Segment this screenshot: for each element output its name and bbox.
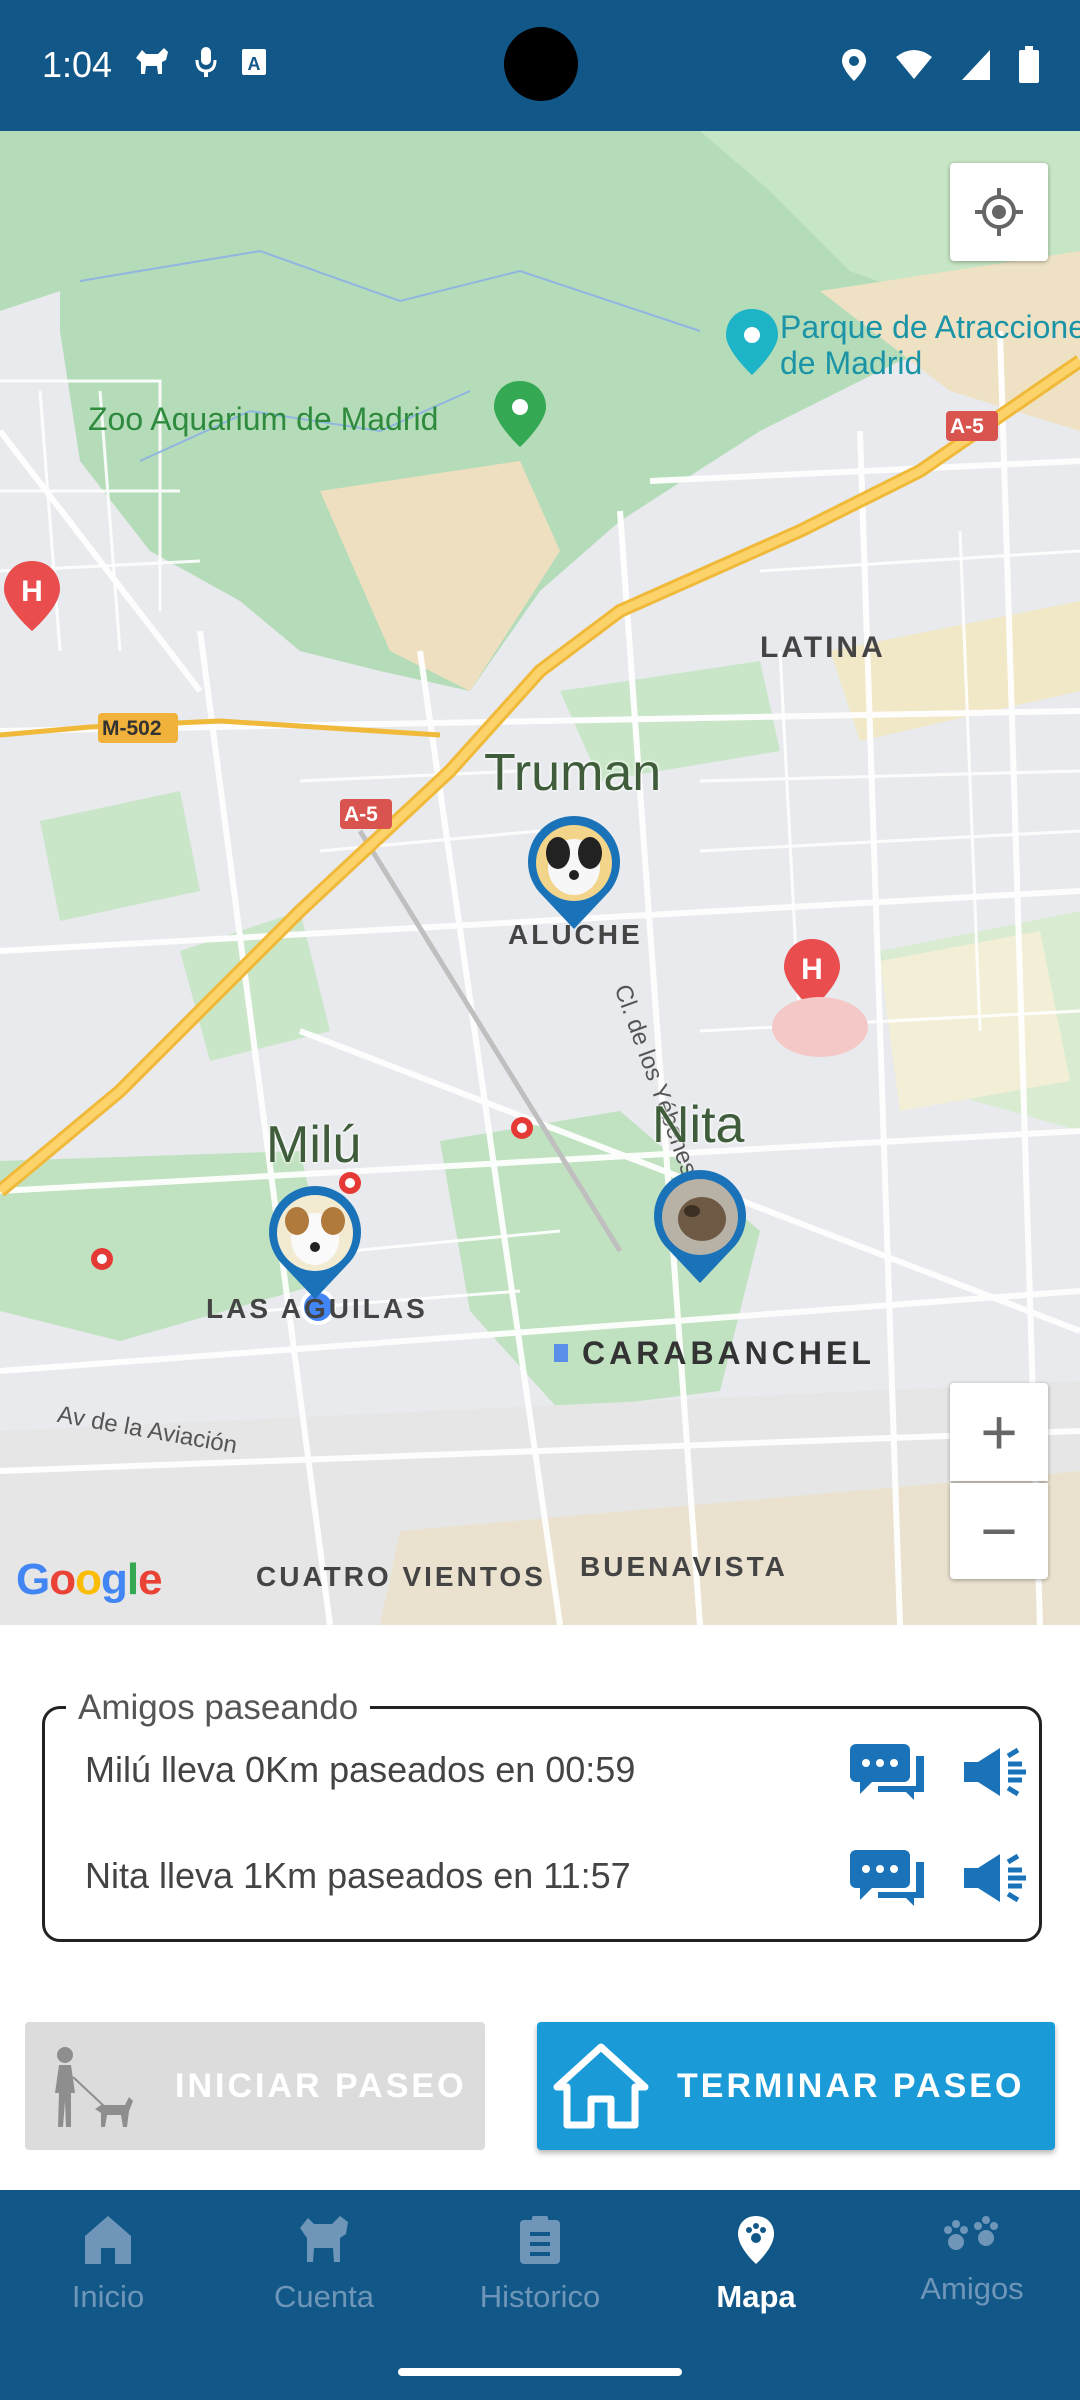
road-label-a5-mid: A-5 xyxy=(344,803,378,826)
megaphone-icon xyxy=(964,1747,1026,1797)
friend-row: Nita lleva 1Km paseados en 11:57 xyxy=(85,1843,1026,1913)
pet-marker-truman[interactable] xyxy=(522,811,626,931)
end-walk-label: TERMINAR PASEO xyxy=(677,2066,1025,2105)
megaphone-icon xyxy=(964,1853,1026,1903)
crosshair-icon xyxy=(975,188,1023,236)
nav-item-historico[interactable]: Historico xyxy=(432,2214,648,2315)
friends-panel-title: Amigos paseando xyxy=(66,1688,371,1728)
google-logo: Google xyxy=(16,1555,163,1604)
nav-item-cuenta[interactable]: Cuenta xyxy=(216,2214,432,2315)
nav-label: Cuenta xyxy=(274,2279,374,2314)
map-label-cuatro-vientos: CUATRO VIENTOS xyxy=(256,1561,546,1592)
pet-marker-milu[interactable] xyxy=(263,1181,367,1301)
dog-walker-icon xyxy=(55,2047,133,2127)
camera-cutout xyxy=(504,27,578,101)
pet-name-nita: Nita xyxy=(652,1096,745,1154)
friend-row: Milú lleva 0Km paseados en 00:59 xyxy=(85,1737,1026,1807)
location-icon xyxy=(842,49,866,81)
wifi-icon xyxy=(896,50,932,79)
pet-pin-icon xyxy=(654,1169,746,1283)
house-icon xyxy=(85,2216,131,2264)
nav-label: Amigos xyxy=(920,2271,1024,2306)
pet-name-milu: Milú xyxy=(266,1116,362,1174)
end-walk-button[interactable]: TERMINAR PASEO xyxy=(537,2022,1055,2150)
signal-icon xyxy=(962,50,990,80)
friend-status-text: Milú lleva 0Km paseados en 00:59 xyxy=(85,1749,636,1790)
pet-marker-nita[interactable] xyxy=(648,1165,752,1285)
zoom-in-button[interactable]: + xyxy=(950,1383,1048,1481)
message-button[interactable] xyxy=(847,1843,927,1913)
nav-label: Historico xyxy=(479,2279,601,2314)
battery-icon xyxy=(1019,46,1039,83)
svg-text:H: H xyxy=(801,953,823,986)
plus-icon: + xyxy=(980,1396,1018,1468)
clipboard-icon xyxy=(520,2216,560,2264)
nav-item-amigos[interactable]: Amigos xyxy=(864,2214,1080,2307)
mic-icon xyxy=(195,47,217,77)
map-pin-paw-icon xyxy=(738,2216,774,2264)
start-walk-button[interactable]: INICIAR PASEO xyxy=(25,2022,485,2150)
map-label-parque: Parque de Atracciones de Madrid xyxy=(780,309,1080,381)
nav-label: Mapa xyxy=(716,2279,796,2314)
home-icon xyxy=(553,2043,649,2129)
my-location-button[interactable] xyxy=(950,163,1048,261)
friend-status-text: Nita lleva 1Km paseados en 11:57 xyxy=(85,1855,631,1896)
zoom-out-button[interactable]: − xyxy=(950,1483,1048,1579)
pet-pin-icon xyxy=(528,815,620,929)
map-label-buenavista: BUENAVISTA xyxy=(580,1551,788,1582)
map-label-latina: LATINA xyxy=(760,631,886,664)
chat-icon xyxy=(850,1850,924,1906)
svg-text:H: H xyxy=(21,575,43,608)
minus-icon: − xyxy=(980,1495,1018,1567)
dog-icon xyxy=(300,2216,348,2262)
home-indicator[interactable] xyxy=(398,2368,682,2376)
paws-icon xyxy=(944,2216,998,2250)
friends-walking-panel: Milú lleva 0Km paseados en 00:59 Nita ll… xyxy=(42,1706,1042,1942)
nav-item-inicio[interactable]: Inicio xyxy=(0,2214,216,2315)
map-label-zoo: Zoo Aquarium de Madrid xyxy=(88,401,439,437)
chat-icon xyxy=(850,1744,924,1800)
nav-label: Inicio xyxy=(71,2279,145,2314)
road-label-a5-top: A-5 xyxy=(950,415,984,438)
map-label-carabanchel: CARABANCHEL xyxy=(582,1335,875,1371)
announce-button[interactable] xyxy=(955,1737,1035,1807)
start-walk-label: INICIAR PASEO xyxy=(175,2066,467,2105)
svg-text:A: A xyxy=(248,54,261,74)
dog-app-icon xyxy=(136,48,168,74)
message-button[interactable] xyxy=(847,1737,927,1807)
pet-pin-icon xyxy=(269,1185,361,1299)
text-icon: A xyxy=(242,49,266,75)
road-label-m502: M-502 xyxy=(102,717,162,740)
status-bar: 1:04 A xyxy=(0,0,1080,131)
nav-item-mapa[interactable]: Mapa xyxy=(648,2214,864,2315)
announce-button[interactable] xyxy=(955,1843,1035,1913)
pet-name-truman: Truman xyxy=(484,744,662,802)
status-time: 1:04 xyxy=(42,44,113,85)
map-view[interactable]: H H A-5 A-5 M-502 Parque de Atracciones … xyxy=(0,131,1080,1625)
